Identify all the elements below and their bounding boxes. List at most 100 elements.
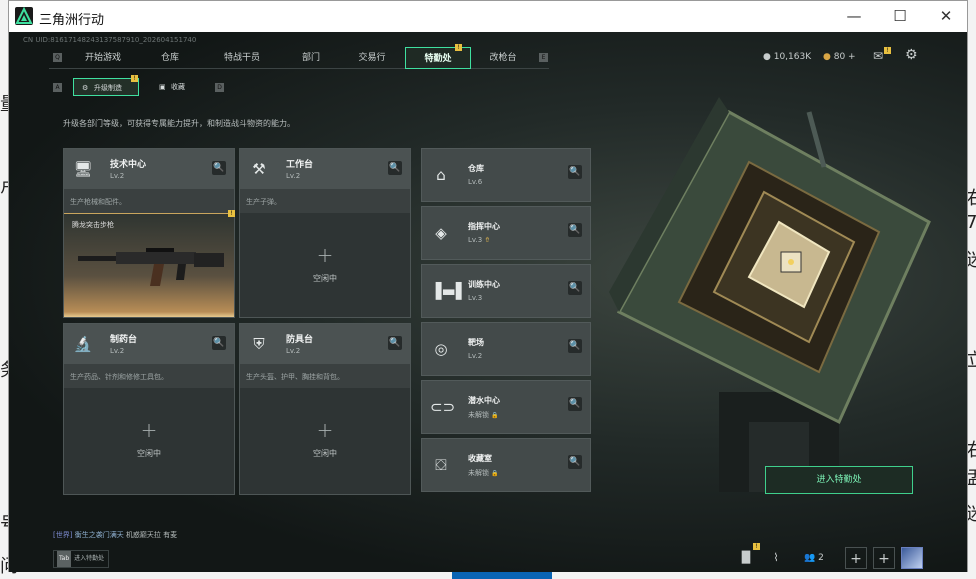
chat-channel: [世界]: [53, 531, 73, 539]
search-icon[interactable]: 🔍: [212, 161, 226, 175]
search-icon[interactable]: 🔍: [388, 336, 402, 350]
subtab-right-key[interactable]: D: [215, 83, 224, 92]
nav-operators[interactable]: 特战干员: [201, 47, 283, 69]
workshop-card-pharmacy[interactable]: 🔬 制药台 Lv.2 🔍 生产药品、针剂和修修工具包。 + 空闲中: [63, 323, 235, 495]
production-slot[interactable]: 腾龙突击步枪: [64, 213, 234, 317]
microscope-icon: 🔬: [73, 335, 93, 353]
production-slot[interactable]: + 空闲中: [64, 388, 234, 494]
search-icon[interactable]: 🔍: [568, 455, 582, 469]
game-window: 三角洲行动 — ☐ ✕ CN UID:81617148243137587910_…: [8, 0, 968, 572]
subtab-upgrade-craft[interactable]: ⚙ 升级制造: [73, 78, 139, 96]
slot-status: 空闲中: [137, 449, 161, 458]
facility-level: 未解锁 🔒: [468, 410, 499, 420]
facility-card-command-center[interactable]: ◈ 指挥中心 Lv.3 ⇮ 🔍: [421, 206, 591, 260]
search-icon[interactable]: 🔍: [388, 161, 402, 175]
nav-department[interactable]: 部门: [283, 47, 339, 69]
facility-level-text: 未解锁: [468, 411, 489, 419]
search-icon[interactable]: 🔍: [568, 339, 582, 353]
workshop-name: 制药台: [110, 335, 138, 345]
search-icon[interactable]: 🔍: [568, 223, 582, 237]
facility-level: Lv.2: [468, 352, 483, 360]
page-description: 升级各部门等级，可获得专属能力提升，和制造战斗物资的能力。: [63, 119, 295, 128]
plus-icon: +: [140, 418, 158, 442]
workshop-level: Lv.2: [286, 347, 301, 355]
production-slot[interactable]: + 空闲中: [240, 213, 410, 317]
card-header: ⛨ 防具台 Lv.2 🔍: [240, 324, 410, 364]
add-party-button[interactable]: +: [873, 547, 895, 569]
tab-hint-label: 进入特勤处: [74, 555, 105, 562]
search-icon[interactable]: 🔍: [568, 165, 582, 179]
add-friend-button[interactable]: +: [845, 547, 867, 569]
close-button[interactable]: ✕: [923, 1, 969, 32]
collection-icon: ⛋: [435, 456, 447, 474]
facility-card-warehouse[interactable]: ⌂ 仓库 Lv.6 🔍: [421, 148, 591, 202]
facility-name: 潜水中心: [468, 396, 500, 405]
nav-exchange[interactable]: 交易行: [339, 47, 405, 69]
chat-user: 衡生之袭门满天: [74, 531, 124, 539]
nav-warehouse[interactable]: 仓库: [139, 47, 201, 69]
dumbbell-icon: ▐▬▌: [430, 282, 468, 300]
workshop-card-armor[interactable]: ⛨ 防具台 Lv.2 🔍 生产头盔、护甲、胸挂和背包。 + 空闲中: [239, 323, 411, 495]
facility-level: Lv.3: [468, 294, 483, 302]
settings-gear-icon[interactable]: ⚙: [905, 47, 918, 63]
slot-status: 空闲中: [313, 274, 337, 283]
production-slot[interactable]: + 空闲中: [240, 388, 410, 494]
facility-card-diving-center[interactable]: ⊂⊃ 潜水中心 未解锁 🔒 🔍: [421, 380, 591, 434]
tab-hint-button[interactable]: Tab 进入特勤处: [53, 550, 109, 568]
workshop-card-workbench[interactable]: ⚒ 工作台 Lv.2 🔍 生产子弹。 + 空闲中: [239, 148, 411, 318]
coin-balance[interactable]: ● 10,163K: [763, 52, 811, 62]
subtab-left-key[interactable]: A: [53, 83, 62, 92]
ticket-icon: ●: [823, 52, 831, 62]
signal-icon[interactable]: ⌇: [765, 547, 787, 569]
avatar[interactable]: [901, 547, 923, 569]
nav-notification-badge: !: [455, 44, 462, 51]
nav-start-game[interactable]: 开始游戏: [67, 47, 139, 69]
facility-name: 指挥中心: [468, 222, 500, 231]
nav-right-key[interactable]: E: [539, 53, 548, 62]
rifle-image: [78, 248, 224, 286]
card-header: 🖥 技术中心 Lv.2 🔍: [64, 149, 234, 189]
monitor-icon: 🖥: [73, 160, 93, 178]
enter-special-ops-button[interactable]: 进入特勤处: [765, 466, 913, 494]
facility-card-shooting-range[interactable]: ◎ 靶场 Lv.2 🔍: [421, 322, 591, 376]
stats-icon[interactable]: ▐▌: [735, 547, 757, 569]
workshop-level: Lv.2: [110, 172, 125, 180]
plus-icon: +: [316, 243, 334, 267]
slot-status: 空闲中: [313, 449, 337, 458]
facility-level: Lv.6: [468, 178, 483, 186]
product-ready-badge: !: [228, 210, 235, 217]
workshop-name: 工作台: [286, 160, 314, 170]
game-area: CN UID:81617148243137587910_202604151740…: [9, 32, 967, 572]
search-icon[interactable]: 🔍: [568, 397, 582, 411]
target-icon: ◎: [434, 340, 448, 358]
facility-level: 未解锁 🔒: [468, 468, 499, 478]
workshop-desc: 生产枪械和配件。: [70, 198, 126, 206]
facility-level-text: Lv.3: [468, 236, 483, 244]
minimize-button[interactable]: —: [831, 1, 877, 32]
workshop-name: 防具台: [286, 335, 314, 345]
search-icon[interactable]: 🔍: [212, 336, 226, 350]
facility-card-collection-room[interactable]: ⛋ 收藏室 未解锁 🔒 🔍: [421, 438, 591, 492]
coin-icon: ●: [763, 52, 771, 62]
ticket-balance[interactable]: ● 80 +: [823, 52, 856, 62]
subtab-collection[interactable]: ▣ 收藏: [151, 78, 209, 96]
app-logo-icon: [15, 7, 33, 25]
armor-icon: ⛨: [253, 335, 265, 353]
workshop-level: Lv.2: [110, 347, 125, 355]
nav-gunsmith[interactable]: 改枪台: [471, 47, 535, 69]
plus-icon: +: [316, 418, 334, 442]
friends-icon: 👥: [804, 553, 816, 563]
workshop-level: Lv.2: [286, 172, 301, 180]
chat-message[interactable]: [世界] 衡生之袭门满天 机惑巅天拉 有麦: [53, 530, 177, 540]
chat-text: 机惑巅天拉 有麦: [125, 531, 178, 539]
maximize-button[interactable]: ☐: [877, 1, 923, 32]
mail-icon[interactable]: ✉: [873, 49, 883, 63]
facility-card-training-center[interactable]: ▐▬▌ 训练中心 Lv.3 🔍: [421, 264, 591, 318]
ticket-value: 80 +: [833, 52, 856, 62]
facility-level-text: 未解锁: [468, 469, 489, 477]
workshop-card-tech-center[interactable]: 🖥 技术中心 Lv.2 🔍 生产枪械和配件。 腾龙突击步枪: [63, 148, 235, 318]
tab-key: Tab: [57, 551, 72, 567]
search-icon[interactable]: 🔍: [568, 281, 582, 295]
top-nav: 开始游戏 仓库 特战干员 部门 交易行 特勤处 改枪台: [49, 47, 549, 69]
friends-button[interactable]: 👥 2: [799, 547, 829, 569]
